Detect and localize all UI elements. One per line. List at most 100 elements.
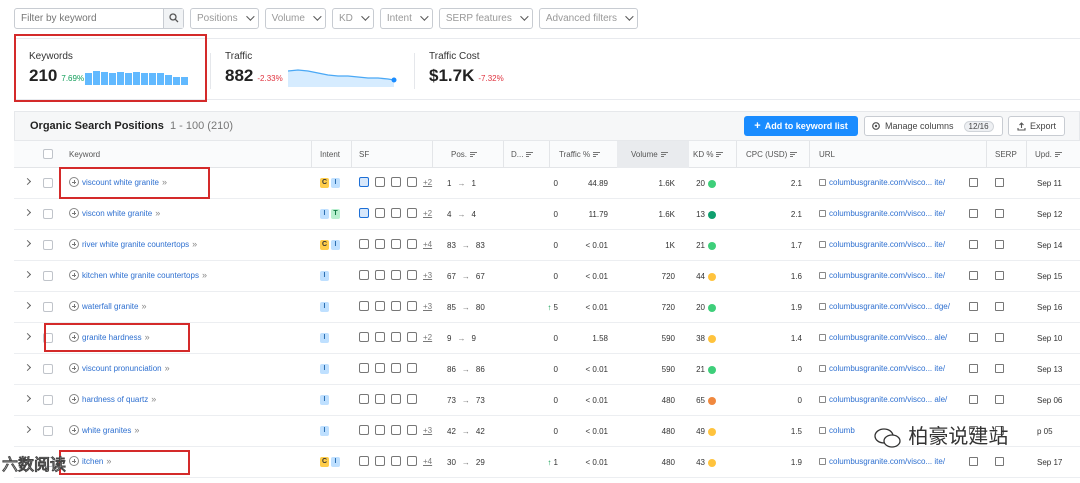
serp-feature-icon[interactable]	[391, 208, 401, 218]
intent-filter[interactable]: Intent	[379, 7, 433, 29]
expand-chevron-icon[interactable]	[23, 394, 32, 403]
column-cpc[interactable]: CPC (USD)	[746, 150, 798, 159]
serp-feature-icon[interactable]	[391, 177, 401, 187]
serp-feature-icon[interactable]	[375, 208, 385, 218]
column-url[interactable]: URL	[819, 150, 835, 159]
export-button[interactable]: Export	[1008, 116, 1065, 136]
keyword-details-icon[interactable]: »	[155, 208, 160, 218]
expand-chevron-icon[interactable]	[23, 270, 32, 279]
external-link-icon[interactable]	[969, 395, 978, 404]
expand-chevron-icon[interactable]	[23, 208, 32, 217]
row-checkbox[interactable]	[43, 271, 53, 281]
serp-features-more[interactable]: +4	[423, 240, 432, 249]
ranking-url[interactable]: columbusgranite.com/visco... ale/	[819, 395, 947, 404]
serp-feature-icon[interactable]	[359, 177, 369, 187]
ranking-url[interactable]: columbusgranite.com/visco... ite/	[819, 457, 945, 466]
serp-features-more[interactable]: +2	[423, 178, 432, 187]
column-kd[interactable]: KD %	[693, 150, 724, 159]
serp-feature-icon[interactable]	[407, 301, 417, 311]
serp-feature-icon[interactable]	[407, 332, 417, 342]
serp-feature-icon[interactable]	[359, 456, 369, 466]
keyword-link[interactable]: river white granite countertops»	[69, 239, 197, 249]
serp-feature-icon[interactable]	[407, 177, 417, 187]
manage-columns-button[interactable]: Manage columns 12/16	[864, 116, 1003, 136]
keyword-filter-input[interactable]	[15, 8, 163, 28]
serp-feature-icon[interactable]	[359, 208, 369, 218]
kd-filter[interactable]: KD	[331, 7, 374, 29]
serp-snapshot-icon[interactable]	[995, 209, 1004, 218]
external-link-icon[interactable]	[969, 240, 978, 249]
column-sf[interactable]: SF	[359, 150, 369, 159]
table-row[interactable]: kitchen white granite countertops» I +3 67 →…	[14, 261, 1080, 292]
serp-feature-icon[interactable]	[391, 425, 401, 435]
serp-snapshot-icon[interactable]	[995, 302, 1004, 311]
serp-feature-icon[interactable]	[375, 332, 385, 342]
search-button[interactable]	[163, 8, 183, 28]
serp-feature-icon[interactable]	[391, 363, 401, 373]
serp-feature-icon[interactable]	[391, 456, 401, 466]
table-row[interactable]: hardness of quartz» I 73 → 73 0 < 0.01 480 65 0 co…	[14, 385, 1080, 416]
keyword-link[interactable]: hardness of quartz»	[69, 394, 156, 404]
expand-chevron-icon[interactable]	[23, 332, 32, 341]
ranking-url[interactable]: columb	[819, 426, 855, 435]
serp-feature-icon[interactable]	[359, 425, 369, 435]
serp-features-more[interactable]: +2	[423, 209, 432, 218]
serp-feature-icon[interactable]	[359, 239, 369, 249]
ranking-url[interactable]: columbusgranite.com/visco... ite/	[819, 178, 945, 187]
keyword-details-icon[interactable]: »	[134, 425, 139, 435]
serp-feature-icon[interactable]	[391, 270, 401, 280]
row-checkbox[interactable]	[43, 364, 53, 374]
serp-feature-icon[interactable]	[375, 363, 385, 373]
keyword-link[interactable]: white granites»	[69, 425, 139, 435]
serp-feature-icon[interactable]	[375, 301, 385, 311]
serp-feature-icon[interactable]	[375, 270, 385, 280]
column-keyword[interactable]: Keyword	[69, 150, 100, 159]
column-diff[interactable]: D...	[511, 150, 534, 159]
row-checkbox[interactable]	[43, 302, 53, 312]
add-keyword-icon[interactable]	[69, 270, 79, 280]
serp-feature-icon[interactable]	[375, 456, 385, 466]
add-keyword-icon[interactable]	[69, 394, 79, 404]
external-link-icon[interactable]	[969, 333, 978, 342]
table-row[interactable]: viscount pronunciation» I 86 → 86 0 < 0.01 590 2…	[14, 354, 1080, 385]
ranking-url[interactable]: columbusgranite.com/visco... ite/	[819, 240, 945, 249]
serp-snapshot-icon[interactable]	[995, 240, 1004, 249]
positions-filter[interactable]: Positions	[190, 7, 259, 29]
column-volume[interactable]: Volume	[631, 150, 668, 159]
serp-feature-icon[interactable]	[391, 239, 401, 249]
row-checkbox[interactable]	[43, 426, 53, 436]
column-pos[interactable]: Pos.	[451, 150, 478, 159]
serp-features-more[interactable]: +4	[423, 457, 432, 466]
ranking-url[interactable]: columbusgranite.com/visco... ite/	[819, 364, 945, 373]
ranking-url[interactable]: columbusgranite.com/visco... dge/	[819, 302, 950, 311]
column-intent[interactable]: Intent	[320, 150, 340, 159]
keyword-link[interactable]: kitchen white granite countertops»	[69, 270, 207, 280]
keyword-details-icon[interactable]: »	[192, 239, 197, 249]
table-row[interactable]: viscon white granite» I T +2 4 → 4 0 11.79 1.6K 13…	[14, 199, 1080, 230]
ranking-url[interactable]: columbusgranite.com/visco... ite/	[819, 271, 945, 280]
keyword-details-icon[interactable]: »	[141, 301, 146, 311]
add-keyword-icon[interactable]	[69, 425, 79, 435]
expand-chevron-icon[interactable]	[23, 301, 32, 310]
table-row[interactable]: river white granite countertops» C I +4 83 → 8…	[14, 230, 1080, 261]
keyword-link[interactable]: viscount pronunciation»	[69, 363, 170, 373]
serp-feature-icon[interactable]	[391, 394, 401, 404]
serp-features-more[interactable]: +3	[423, 302, 432, 311]
traffic-metric[interactable]: Traffic 882 -2.33%	[225, 51, 283, 86]
keyword-details-icon[interactable]: »	[202, 270, 207, 280]
keyword-link[interactable]: viscon white granite»	[69, 208, 160, 218]
serp-feature-icon[interactable]	[375, 425, 385, 435]
row-checkbox[interactable]	[43, 240, 53, 250]
add-keyword-icon[interactable]	[69, 239, 79, 249]
serp-feature-icon[interactable]	[407, 456, 417, 466]
add-keyword-icon[interactable]	[69, 208, 79, 218]
serp-feature-icon[interactable]	[359, 394, 369, 404]
add-keyword-icon[interactable]	[69, 363, 79, 373]
serp-feature-icon[interactable]	[359, 363, 369, 373]
ranking-url[interactable]: columbusgranite.com/visco... ale/	[819, 333, 947, 342]
column-traffic[interactable]: Traffic %	[559, 150, 601, 159]
serp-feature-icon[interactable]	[407, 363, 417, 373]
add-keyword-icon[interactable]	[69, 301, 79, 311]
expand-chevron-icon[interactable]	[23, 239, 32, 248]
serp-snapshot-icon[interactable]	[995, 364, 1004, 373]
